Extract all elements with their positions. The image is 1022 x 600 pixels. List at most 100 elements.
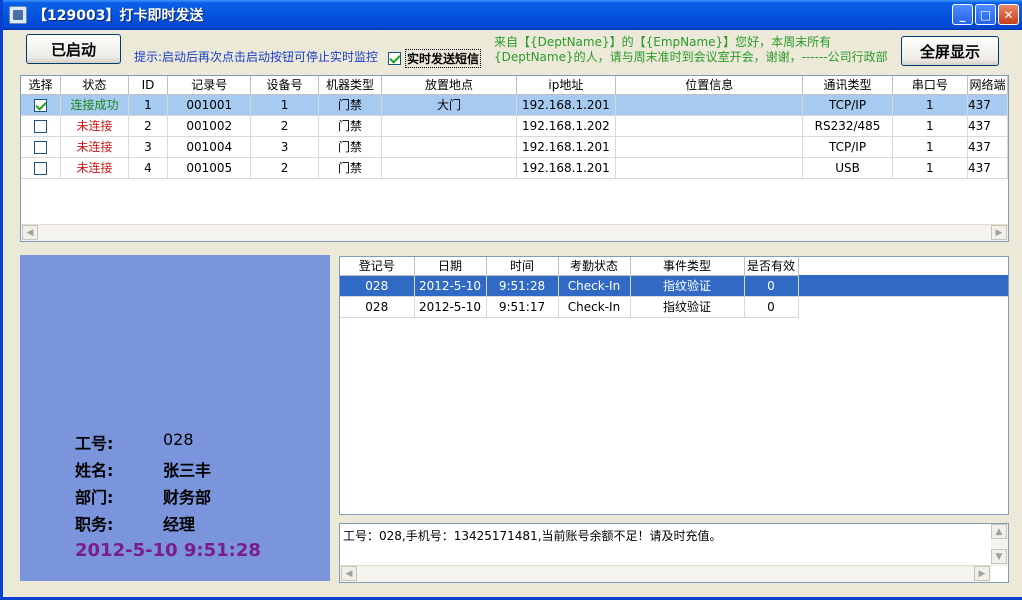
- device-col-header[interactable]: 放置地点: [381, 76, 517, 95]
- device-cell-status: 未连接: [60, 136, 129, 158]
- close-button[interactable]: ✕: [998, 4, 1019, 25]
- device-cell-comm: USB: [802, 157, 893, 179]
- record-col-header[interactable]: 考勤状态: [558, 257, 631, 276]
- device-cell-net: 437: [967, 157, 1008, 179]
- device-cell-type: 门禁: [318, 136, 383, 158]
- device-col-header[interactable]: 串口号: [892, 76, 968, 95]
- device-cell-port: 1: [892, 136, 968, 158]
- device-col-header[interactable]: 机器类型: [318, 76, 383, 95]
- record-col-header[interactable]: 日期: [414, 257, 487, 276]
- device-cell-device: 2: [250, 115, 319, 137]
- device-col-header[interactable]: 网络端: [967, 76, 1008, 95]
- device-col-header[interactable]: 通讯类型: [802, 76, 893, 95]
- device-cell-type: 门禁: [318, 115, 383, 137]
- sms-label: 实时发送短信: [405, 49, 482, 68]
- record-col-header[interactable]: 是否有效: [744, 257, 799, 276]
- device-col-header[interactable]: ID: [128, 76, 169, 95]
- device-cell-device: 2: [250, 157, 319, 179]
- emp-name-label: 姓名:: [75, 461, 114, 480]
- device-cell-record: 001004: [167, 136, 252, 158]
- record-cell-event: 指纹验证: [630, 296, 745, 318]
- device-cell-record: 001002: [167, 115, 252, 137]
- title-bar: 【129003】打卡即时发送 _ □ ✕: [3, 0, 1022, 30]
- device-select-cell[interactable]: [21, 136, 62, 158]
- minimize-button[interactable]: _: [952, 4, 973, 25]
- message-vscroll[interactable]: ▲ ▼: [991, 524, 1008, 566]
- device-cell-ip: 192.168.1.201: [516, 136, 617, 158]
- scroll-right-icon[interactable]: ▶: [974, 566, 990, 581]
- emp-id-value: 028: [163, 430, 194, 449]
- scroll-up-icon[interactable]: ▲: [991, 524, 1007, 539]
- record-cell-reg: 028: [340, 296, 415, 318]
- device-cell-ip: 192.168.1.201: [516, 94, 617, 116]
- message-box[interactable]: 工号：028,手机号：13425171481,当前账号余额不足！请及时充值。 ▲…: [339, 523, 1009, 583]
- device-row[interactable]: 未连接 4 001005 2 门禁 192.168.1.201 USB 1 437: [21, 157, 1008, 179]
- device-select-cell[interactable]: [21, 115, 62, 137]
- maximize-icon: □: [979, 7, 992, 22]
- device-cell-place: 大门: [381, 94, 517, 116]
- device-cell-net: 437: [967, 115, 1008, 137]
- record-col-filler: [798, 257, 1008, 275]
- device-select-cell[interactable]: [21, 94, 62, 116]
- device-row[interactable]: 未连接 2 001002 2 门禁 192.168.1.202 RS232/485 1 437: [21, 115, 1008, 137]
- record-cell-date: 2012-5-10: [414, 296, 487, 318]
- app-icon: [9, 6, 27, 24]
- device-row[interactable]: 连接成功 1 001001 1 门禁 大门 192.168.1.201 TCP/IP 1 437: [21, 94, 1008, 116]
- sms-checkbox[interactable]: [388, 52, 401, 65]
- device-cell-status: 连接成功: [60, 94, 129, 116]
- records-grid: 登记号 日期 时间 考勤状态 事件类型 是否有效 028 2012-5-10 9:51:28 C…: [339, 256, 1009, 515]
- device-select-checkbox[interactable]: [34, 161, 48, 175]
- record-row[interactable]: 028 2012-5-10 9:51:28 Check-In 指纹验证 0: [340, 275, 1008, 297]
- scroll-left-icon[interactable]: ◀: [341, 566, 357, 581]
- device-select-checkbox[interactable]: [34, 119, 48, 133]
- record-col-header[interactable]: 登记号: [340, 257, 415, 276]
- record-col-header[interactable]: 时间: [486, 257, 559, 276]
- scroll-down-icon[interactable]: ▼: [991, 549, 1007, 564]
- device-cell-net: 437: [967, 94, 1008, 116]
- device-select-checkbox[interactable]: [34, 98, 48, 112]
- message-hscroll[interactable]: ◀ ▶: [340, 565, 991, 582]
- window-title: 【129003】打卡即时发送: [33, 8, 204, 24]
- device-col-header[interactable]: ip地址: [516, 76, 617, 95]
- device-cell-ip: 192.168.1.202: [516, 115, 617, 137]
- device-cell-ip: 192.168.1.201: [516, 157, 617, 179]
- device-row[interactable]: 未连接 3 001004 3 门禁 192.168.1.201 TCP/IP 1 437: [21, 136, 1008, 158]
- device-col-header[interactable]: 记录号: [167, 76, 252, 95]
- scroll-left-icon[interactable]: ◀: [22, 225, 38, 240]
- employee-panel: 工号: 028 姓名: 张三丰 部门: 财务部 职务: 经理 2012-5-10…: [20, 255, 330, 581]
- device-cell-status: 未连接: [60, 157, 129, 179]
- fullscreen-button[interactable]: 全屏显示: [901, 36, 999, 66]
- hint-text: 提示:启动后再次点击启动按钮可停止实时监控: [134, 50, 379, 64]
- started-button[interactable]: 已启动: [26, 34, 121, 64]
- record-cell-time: 9:51:17: [486, 296, 559, 318]
- record-cell-date: 2012-5-10: [414, 275, 487, 297]
- device-cell-device: 3: [250, 136, 319, 158]
- emp-id-label: 工号:: [75, 434, 114, 453]
- device-cell-port: 1: [892, 115, 968, 137]
- device-select-cell[interactable]: [21, 157, 62, 179]
- device-cell-comm: TCP/IP: [802, 94, 893, 116]
- device-cell-comm: RS232/485: [802, 115, 893, 137]
- minimize-icon: _: [959, 7, 966, 22]
- device-col-header[interactable]: 状态: [60, 76, 129, 95]
- emp-title-value: 经理: [163, 515, 196, 534]
- device-select-checkbox[interactable]: [34, 140, 48, 154]
- device-table: 选择 状态 ID 记录号 设备号 机器类型 放置地点 ip地址 位置信息 通讯类型 串口号 网络端 连…: [21, 76, 1008, 179]
- scroll-right-icon[interactable]: ▶: [991, 225, 1007, 240]
- device-cell-type: 门禁: [318, 157, 383, 179]
- device-cell-device: 1: [250, 94, 319, 116]
- maximize-button[interactable]: □: [975, 4, 996, 25]
- sms-option[interactable]: 实时发送短信: [388, 49, 482, 68]
- record-row[interactable]: 028 2012-5-10 9:51:17 Check-In 指纹验证 0: [340, 296, 1008, 318]
- device-col-header[interactable]: 位置信息: [615, 76, 804, 95]
- device-col-header[interactable]: 选择: [21, 76, 62, 95]
- device-col-header[interactable]: 设备号: [250, 76, 319, 95]
- record-cell-state: Check-In: [558, 275, 631, 297]
- record-col-header[interactable]: 事件类型: [630, 257, 745, 276]
- device-cell-id: 4: [128, 157, 169, 179]
- device-cell-status: 未连接: [60, 115, 129, 137]
- device-grid-hscroll[interactable]: ◀ ▶: [21, 224, 1008, 241]
- emp-title-label: 职务:: [75, 515, 114, 534]
- device-cell-id: 1: [128, 94, 169, 116]
- record-cell-valid: 0: [744, 296, 799, 318]
